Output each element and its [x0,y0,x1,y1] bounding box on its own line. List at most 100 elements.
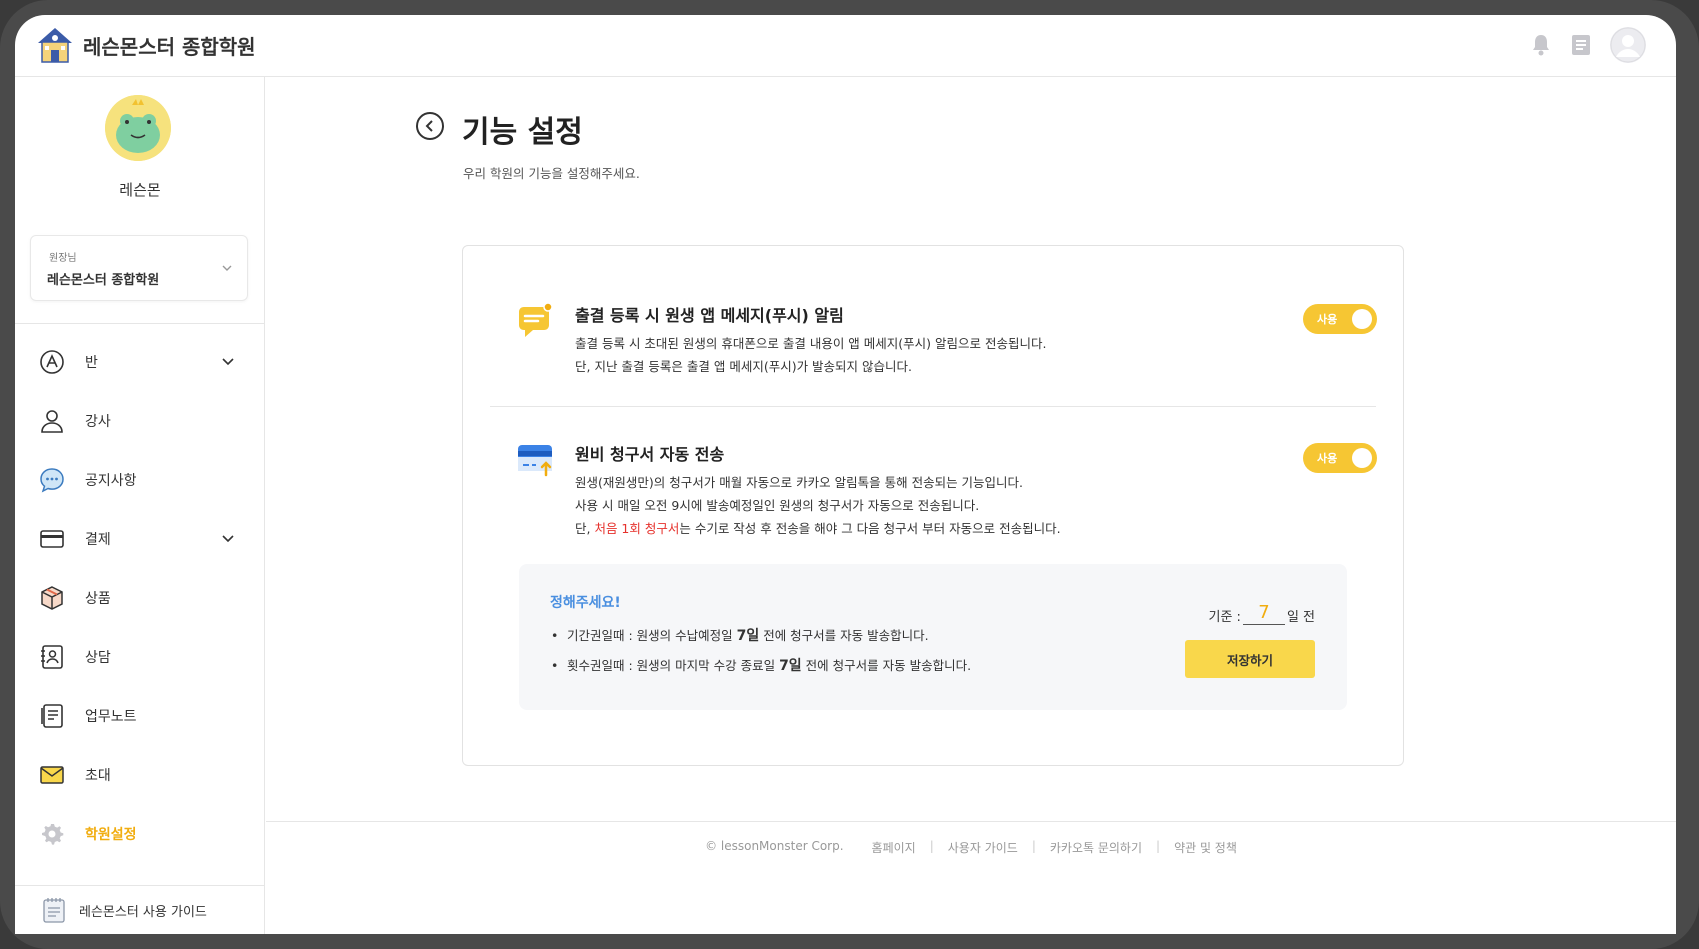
device-frame: 레슨몬스터 종합학원 레슨몬 원장님 레슨몬스터 종합학원 반 강사 공지사항 … [0,0,1699,949]
criterion-field: 기준 : 7 일 전 [1208,602,1315,625]
message-bubble-icon [519,302,553,337]
footer-divider [266,821,1676,822]
profile-avatar[interactable] [105,95,171,161]
user-avatar-icon[interactable] [1610,27,1646,63]
chevron-down-icon [222,535,234,543]
person-icon [39,408,65,434]
setting-rules-list: 기간권일때 : 원생의 수납예정일 7일 전에 청구서를 자동 발송합니다. 횟… [551,624,971,684]
sidebar-item-invite[interactable]: 초대 [15,745,265,804]
sidebar-item-label: 공지사항 [85,472,137,489]
sidebar-item-label: 결제 [85,531,111,548]
footer: © lessonMonster Corp. 홈페이지 | 사용자 가이드 | 카… [266,839,1676,856]
sidebar-item-product[interactable]: 상품 [15,568,265,627]
text-segment: 횟수권일때 : 원생의 마지막 수강 종료일 [567,658,780,673]
sidebar-item-label: 강사 [85,413,111,430]
page-subtitle: 우리 학원의 기능을 설정해주세요. [463,166,640,181]
sidebar-item-consult[interactable]: 상담 [15,627,265,686]
description-line: 원생(재원생만)의 청구서가 매월 자동으로 카카오 알림톡을 통해 전송되는 … [575,475,1024,490]
academy-name: 레슨몬스터 종합학원 [47,273,160,288]
academy-selector[interactable]: 원장님 레슨몬스터 종합학원 [30,235,248,301]
feature-title: 원비 청구서 자동 전송 [575,445,725,464]
note-icon [39,703,65,729]
role-label: 원장님 [49,253,77,264]
feature-description: 원생(재원생만)의 청구서가 매월 자동으로 카카오 알림톡을 통해 전송되는 … [575,471,1061,540]
description-line: 단, 처음 1회 청구서는 수기로 작성 후 전송을 해야 그 다음 청구서 부… [575,517,1061,540]
footer-link-guide[interactable]: 사용자 가이드 [934,839,1032,856]
feature-title: 출결 등록 시 원생 앱 메세지(푸시) 알림 [575,306,844,325]
profile-name: 레슨몬 [119,181,161,199]
chevron-down-icon [222,265,232,271]
sidebar: 레슨몬 원장님 레슨몬스터 종합학원 반 강사 공지사항 결제 상품 상담 업무… [15,77,265,934]
chevron-left-icon [425,120,433,132]
user-guide-link[interactable]: 레슨몬스터 사용 가이드 [15,885,265,934]
description-line: 사용 시 매일 오전 9시에 발송예정일인 원생의 청구서가 자동으로 전송됩니… [575,498,980,513]
sidebar-divider [15,323,265,324]
text-segment: 전에 청구서를 자동 발송합니다. [801,658,972,673]
text-segment: 는 수기로 작성 후 전송을 해야 그 다음 청구서 부터 자동으로 전송됩니다… [679,521,1061,536]
text-segment: 단, [575,521,595,536]
brand-logo-link[interactable]: 레슨몬스터 종합학원 [35,26,256,66]
auto-invoice-toggle[interactable]: 사용 [1303,443,1377,473]
sidebar-item-label: 반 [85,354,98,371]
days-before-input[interactable]: 7 [1242,602,1285,625]
sidebar-item-label: 상품 [85,590,111,607]
text-segment: 기간권일때 : 원생의 수납예정일 [567,628,737,643]
back-button[interactable] [416,112,444,140]
academy-logo-icon [38,27,72,63]
brand-name: 레슨몬스터 종합학원 [83,35,256,59]
class-icon [39,349,65,375]
sidebar-item-teacher[interactable]: 강사 [15,391,265,450]
toggle-knob [1352,309,1372,329]
push-notification-toggle[interactable]: 사용 [1303,304,1377,334]
main-content: 기능 설정 우리 학원의 기능을 설정해주세요. 출결 등록 시 원생 앱 메세… [266,77,1676,934]
page-title: 기능 설정 [462,115,583,150]
sidebar-item-label: 상담 [85,649,111,666]
card-divider [490,406,1376,407]
toggle-label: 사용 [1317,452,1338,465]
chat-bubble-icon [39,467,65,493]
gear-icon [39,821,65,847]
app-screen: 레슨몬스터 종합학원 레슨몬 원장님 레슨몬스터 종합학원 반 강사 공지사항 … [15,15,1676,934]
box-icon [39,585,65,611]
top-header: 레슨몬스터 종합학원 [15,15,1676,77]
card-icon [39,526,65,552]
highlighted-text: 처음 1회 청구서 [594,521,680,536]
envelope-icon [39,762,65,788]
sidebar-item-label: 학원설정 [85,826,137,843]
list-item: 기간권일때 : 원생의 수납예정일 7일 전에 청구서를 자동 발송합니다. [551,624,971,654]
toggle-knob [1352,448,1372,468]
list-item: 횟수권일때 : 원생의 마지막 수강 종료일 7일 전에 청구서를 자동 발송합… [551,654,971,684]
frog-mascot-icon [105,95,171,161]
description-line: 단, 지난 출결 등록은 출결 앱 메세지(푸시)가 발송되지 않습니다. [575,359,912,374]
invoice-card-icon [518,445,552,477]
chevron-down-icon [222,358,234,366]
days-value: 7일 [736,628,760,644]
footer-link-terms[interactable]: 약관 및 정책 [1160,839,1251,856]
sidebar-item-payment[interactable]: 결제 [15,509,265,568]
text-segment: 전에 청구서를 자동 발송합니다. [759,628,929,643]
sidebar-item-notice[interactable]: 공지사항 [15,450,265,509]
user-guide-label: 레슨몬스터 사용 가이드 [79,904,207,920]
toggle-label: 사용 [1317,313,1338,326]
sidebar-nav: 반 강사 공지사항 결제 상품 상담 업무노트 초대 학원설정 [15,332,265,863]
sidebar-item-worknote[interactable]: 업무노트 [15,686,265,745]
footer-link-home[interactable]: 홈페이지 [858,839,930,856]
document-list-icon[interactable] [1570,34,1592,56]
sidebar-item-class[interactable]: 반 [15,332,265,391]
footer-link-kakao[interactable]: 카카오톡 문의하기 [1036,839,1156,856]
criterion-label: 기준 : [1208,610,1241,625]
days-value: 7일 [779,658,802,674]
sidebar-item-academy-settings[interactable]: 학원설정 [15,804,265,863]
setting-box-title: 정해주세요! [550,595,621,611]
sidebar-item-label: 초대 [85,767,111,784]
criterion-unit: 일 전 [1286,610,1315,625]
sidebar-item-label: 업무노트 [85,708,137,725]
feature-settings-card: 출결 등록 시 원생 앱 메세지(푸시) 알림 출결 등록 시 초대된 원생의 … [462,245,1404,766]
notification-bell-icon[interactable] [1530,34,1552,56]
invoice-schedule-box: 정해주세요! 기간권일때 : 원생의 수납예정일 7일 전에 청구서를 자동 발… [519,564,1347,710]
notepad-icon [43,898,65,923]
description-line: 출결 등록 시 초대된 원생의 휴대폰으로 출결 내용이 앱 메세지(푸시) 알… [575,336,1047,351]
save-button[interactable]: 저장하기 [1185,640,1315,678]
feature-description: 출결 등록 시 초대된 원생의 휴대폰으로 출결 내용이 앱 메세지(푸시) 알… [575,332,1046,378]
profile-section: 레슨몬 [15,77,265,217]
